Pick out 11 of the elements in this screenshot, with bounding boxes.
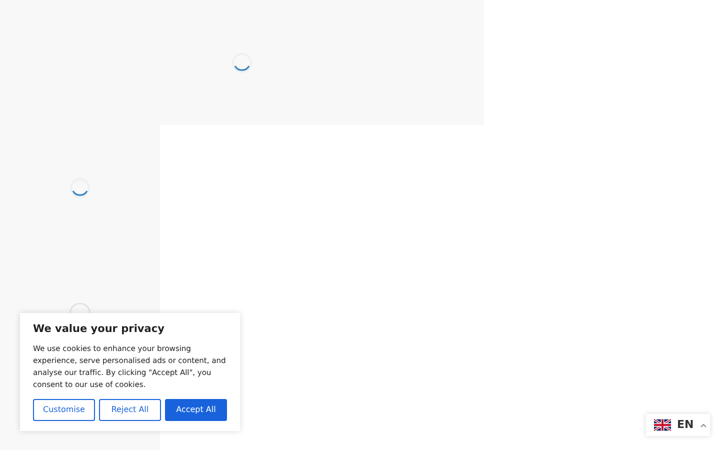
caret-icon <box>700 422 707 428</box>
spinner-icon <box>69 303 91 313</box>
language-switcher[interactable]: EN <box>646 414 710 436</box>
banner-title: We value your privacy <box>33 323 166 336</box>
accept-button[interactable]: Accept All <box>165 398 227 421</box>
option-button[interactable]: Customise <box>33 398 95 421</box>
option-button[interactable]: Reject All <box>99 398 161 421</box>
language-code: EN <box>677 416 694 433</box>
spinner-icon <box>231 52 253 74</box>
flag-icon <box>654 419 671 431</box>
spinner-icon <box>69 177 91 199</box>
